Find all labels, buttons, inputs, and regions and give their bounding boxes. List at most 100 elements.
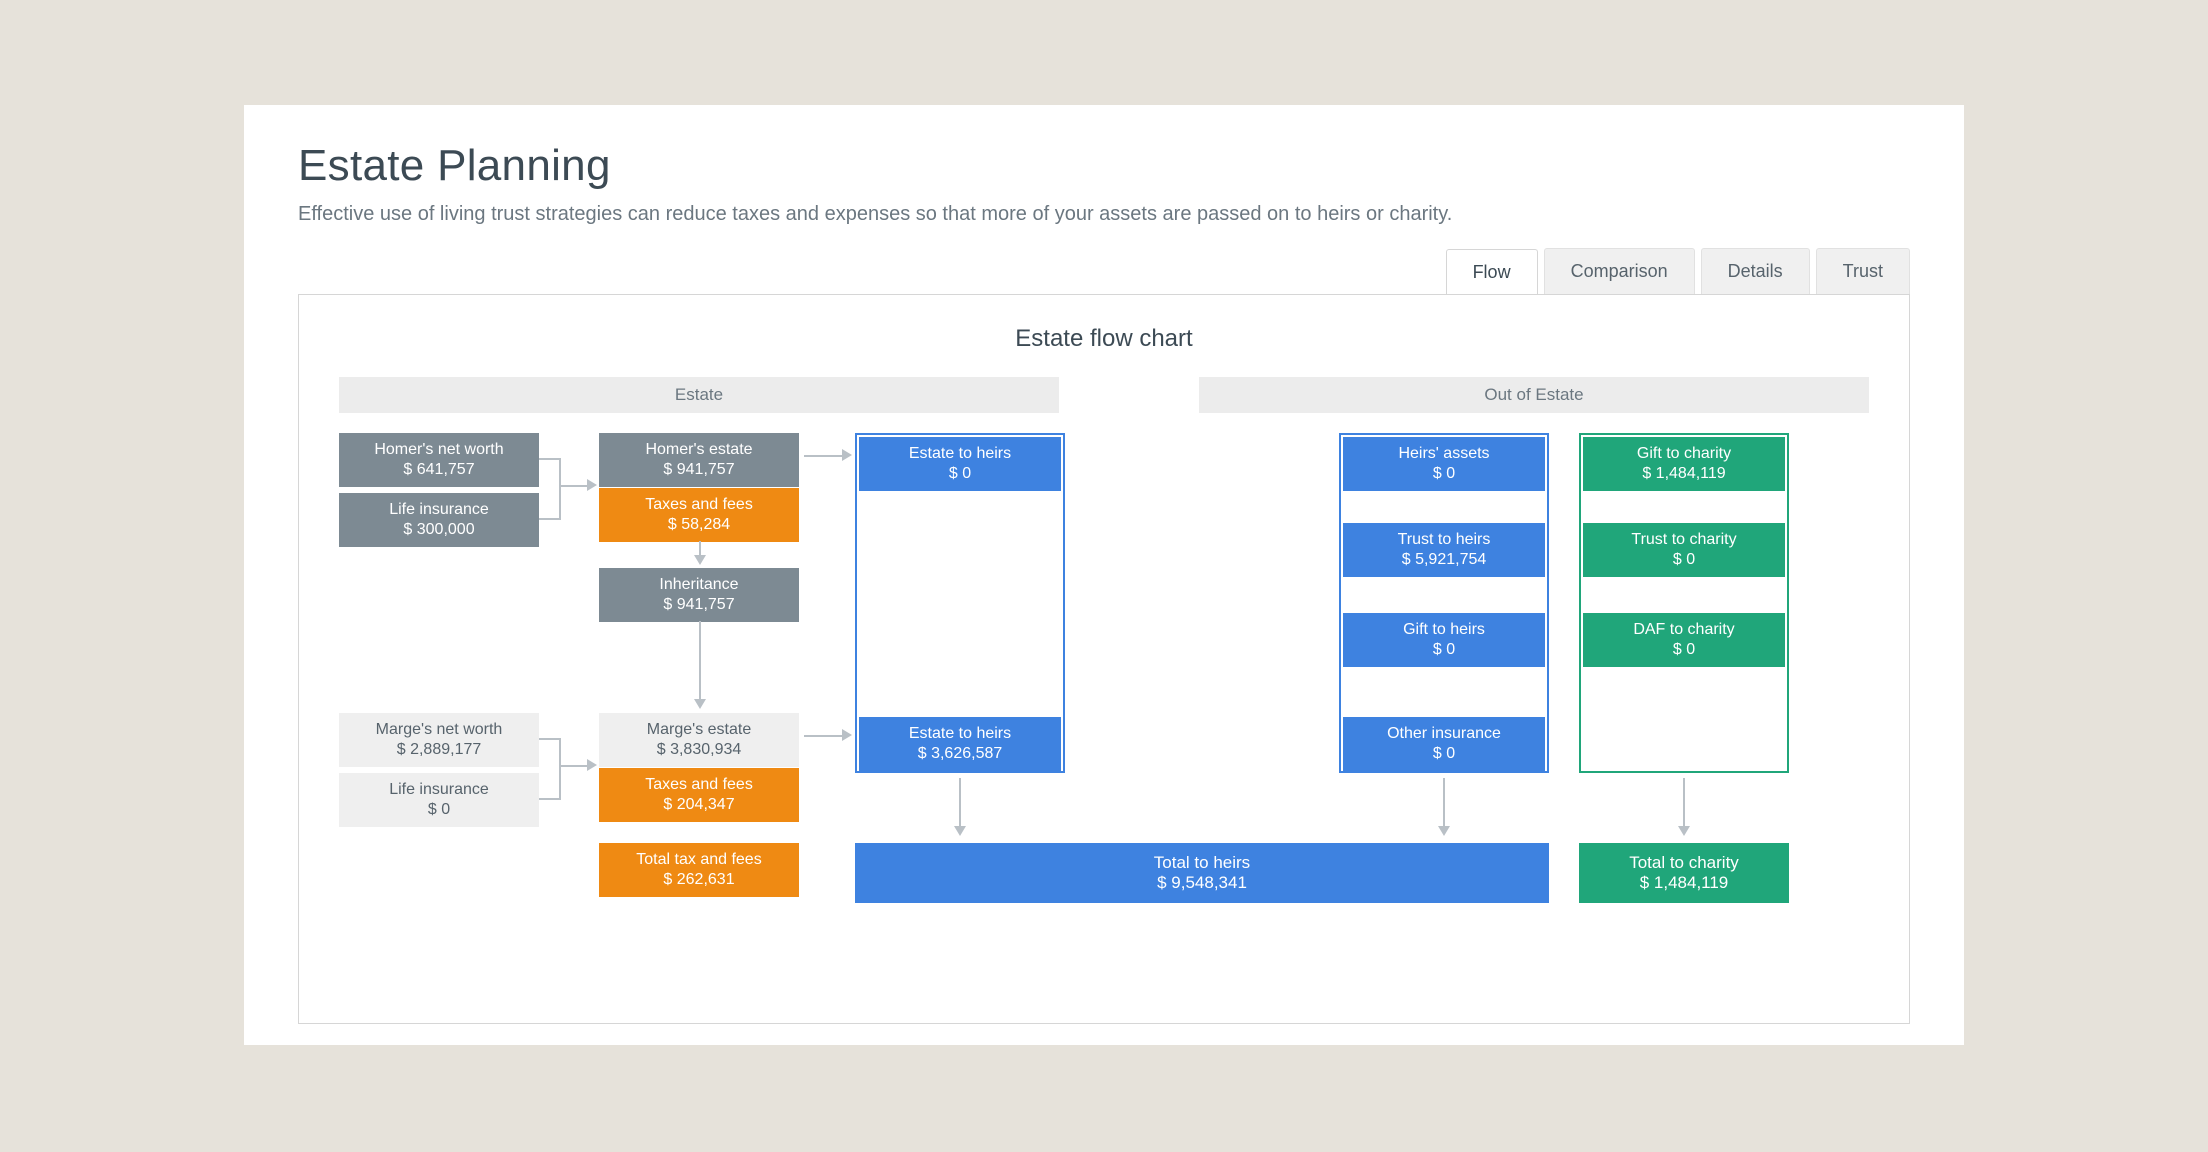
label: Other insurance (1353, 724, 1535, 744)
value: $ 262,631 (609, 870, 789, 890)
box-inheritance: Inheritance $ 941,757 (599, 568, 799, 622)
value: $ 204,347 (609, 795, 789, 815)
box-estate-heirs-2: Estate to heirs $ 3,626,587 (859, 717, 1061, 771)
value: $ 2,889,177 (349, 740, 529, 760)
value: $ 1,484,119 (1593, 464, 1775, 484)
connector (539, 798, 561, 800)
arrow-right-icon (842, 729, 852, 741)
label: Trust to heirs (1353, 530, 1535, 550)
label: Trust to charity (1593, 530, 1775, 550)
value: $ 941,757 (609, 595, 789, 615)
arrow-right-icon (587, 479, 597, 491)
label: Gift to charity (1593, 444, 1775, 464)
connector (559, 738, 561, 798)
arrow-down-icon (694, 699, 706, 709)
value: $ 0 (1593, 640, 1775, 660)
connector (1683, 778, 1685, 828)
box-trust-heirs: Trust to heirs $ 5,921,754 (1343, 523, 1545, 577)
value: $ 3,626,587 (869, 744, 1051, 764)
box-other-insurance: Other insurance $ 0 (1343, 717, 1545, 771)
value: $ 0 (1353, 464, 1535, 484)
connector (539, 518, 561, 520)
arrow-down-icon (954, 826, 966, 836)
page-title: Estate Planning (298, 141, 1910, 191)
value: $ 0 (1353, 744, 1535, 764)
tab-flow[interactable]: Flow (1446, 249, 1538, 295)
label: Marge's net worth (349, 720, 529, 740)
section-header-out: Out of Estate (1199, 377, 1869, 413)
box-homer-estate: Homer's estate $ 941,757 (599, 433, 799, 487)
connector (539, 738, 559, 740)
box-homer-life: Life insurance $ 300,000 (339, 493, 539, 547)
flow-panel: Estate flow chart Estate Out of Estate H… (298, 294, 1910, 1024)
label: Heirs' assets (1353, 444, 1535, 464)
value: $ 0 (869, 464, 1051, 484)
box-marge-estate: Marge's estate $ 3,830,934 (599, 713, 799, 767)
label: Taxes and fees (609, 775, 789, 795)
app-card: Estate Planning Effective use of living … (244, 105, 1964, 1045)
value: $ 0 (1593, 550, 1775, 570)
flow-chart: Homer's net worth $ 641,757 Life insuran… (339, 433, 1869, 993)
value: $ 641,757 (349, 460, 529, 480)
value: $ 0 (349, 800, 529, 820)
label: Estate to heirs (869, 724, 1051, 744)
connector (1443, 778, 1445, 828)
label: Estate to heirs (869, 444, 1051, 464)
label: Gift to heirs (1353, 620, 1535, 640)
connector (804, 735, 844, 737)
section-header-estate: Estate (339, 377, 1059, 413)
box-heirs-assets: Heirs' assets $ 0 (1343, 437, 1545, 491)
chart-title: Estate flow chart (339, 325, 1869, 353)
box-estate-heirs-1: Estate to heirs $ 0 (859, 437, 1061, 491)
box-marge-life: Life insurance $ 0 (339, 773, 539, 827)
tab-trust[interactable]: Trust (1816, 248, 1910, 294)
arrow-down-icon (1438, 826, 1450, 836)
label: Homer's net worth (349, 440, 529, 460)
label: Total tax and fees (609, 850, 789, 870)
value: $ 0 (1353, 640, 1535, 660)
box-homer-taxes: Taxes and fees $ 58,284 (599, 488, 799, 542)
total-charity: Total to charity $ 1,484,119 (1579, 843, 1789, 903)
tabs: Flow Comparison Details Trust (298, 248, 1910, 294)
total-heirs: Total to heirs $ 9,548,341 (855, 843, 1549, 903)
connector (559, 765, 589, 767)
box-homer-networth: Homer's net worth $ 641,757 (339, 433, 539, 487)
arrow-down-icon (1678, 826, 1690, 836)
connector (959, 778, 961, 828)
box-gift-heirs: Gift to heirs $ 0 (1343, 613, 1545, 667)
label: Inheritance (609, 575, 789, 595)
arrow-down-icon (694, 555, 706, 565)
label: DAF to charity (1593, 620, 1775, 640)
value: $ 58,284 (609, 515, 789, 535)
value: $ 9,548,341 (1157, 873, 1247, 892)
value: $ 1,484,119 (1640, 873, 1729, 892)
value: $ 3,830,934 (609, 740, 789, 760)
tab-details[interactable]: Details (1701, 248, 1810, 294)
box-gift-charity: Gift to charity $ 1,484,119 (1583, 437, 1785, 491)
section-headers: Estate Out of Estate (339, 377, 1869, 413)
label: Homer's estate (609, 440, 789, 460)
label: Life insurance (349, 780, 529, 800)
box-daf-charity: DAF to charity $ 0 (1583, 613, 1785, 667)
connector (699, 621, 701, 701)
box-marge-networth: Marge's net worth $ 2,889,177 (339, 713, 539, 767)
label: Marge's estate (609, 720, 789, 740)
arrow-right-icon (842, 449, 852, 461)
label: Total to charity (1629, 853, 1739, 872)
tab-comparison[interactable]: Comparison (1544, 248, 1695, 294)
value: $ 941,757 (609, 460, 789, 480)
page-subtitle: Effective use of living trust strategies… (298, 203, 1910, 226)
value: $ 300,000 (349, 520, 529, 540)
connector (559, 458, 561, 518)
connector (559, 485, 589, 487)
value: $ 5,921,754 (1353, 550, 1535, 570)
connector (539, 458, 559, 460)
box-marge-taxes: Taxes and fees $ 204,347 (599, 768, 799, 822)
label: Taxes and fees (609, 495, 789, 515)
box-trust-charity: Trust to charity $ 0 (1583, 523, 1785, 577)
label: Total to heirs (1154, 853, 1250, 872)
arrow-right-icon (587, 759, 597, 771)
connector (804, 455, 844, 457)
box-total-tax: Total tax and fees $ 262,631 (599, 843, 799, 897)
label: Life insurance (349, 500, 529, 520)
